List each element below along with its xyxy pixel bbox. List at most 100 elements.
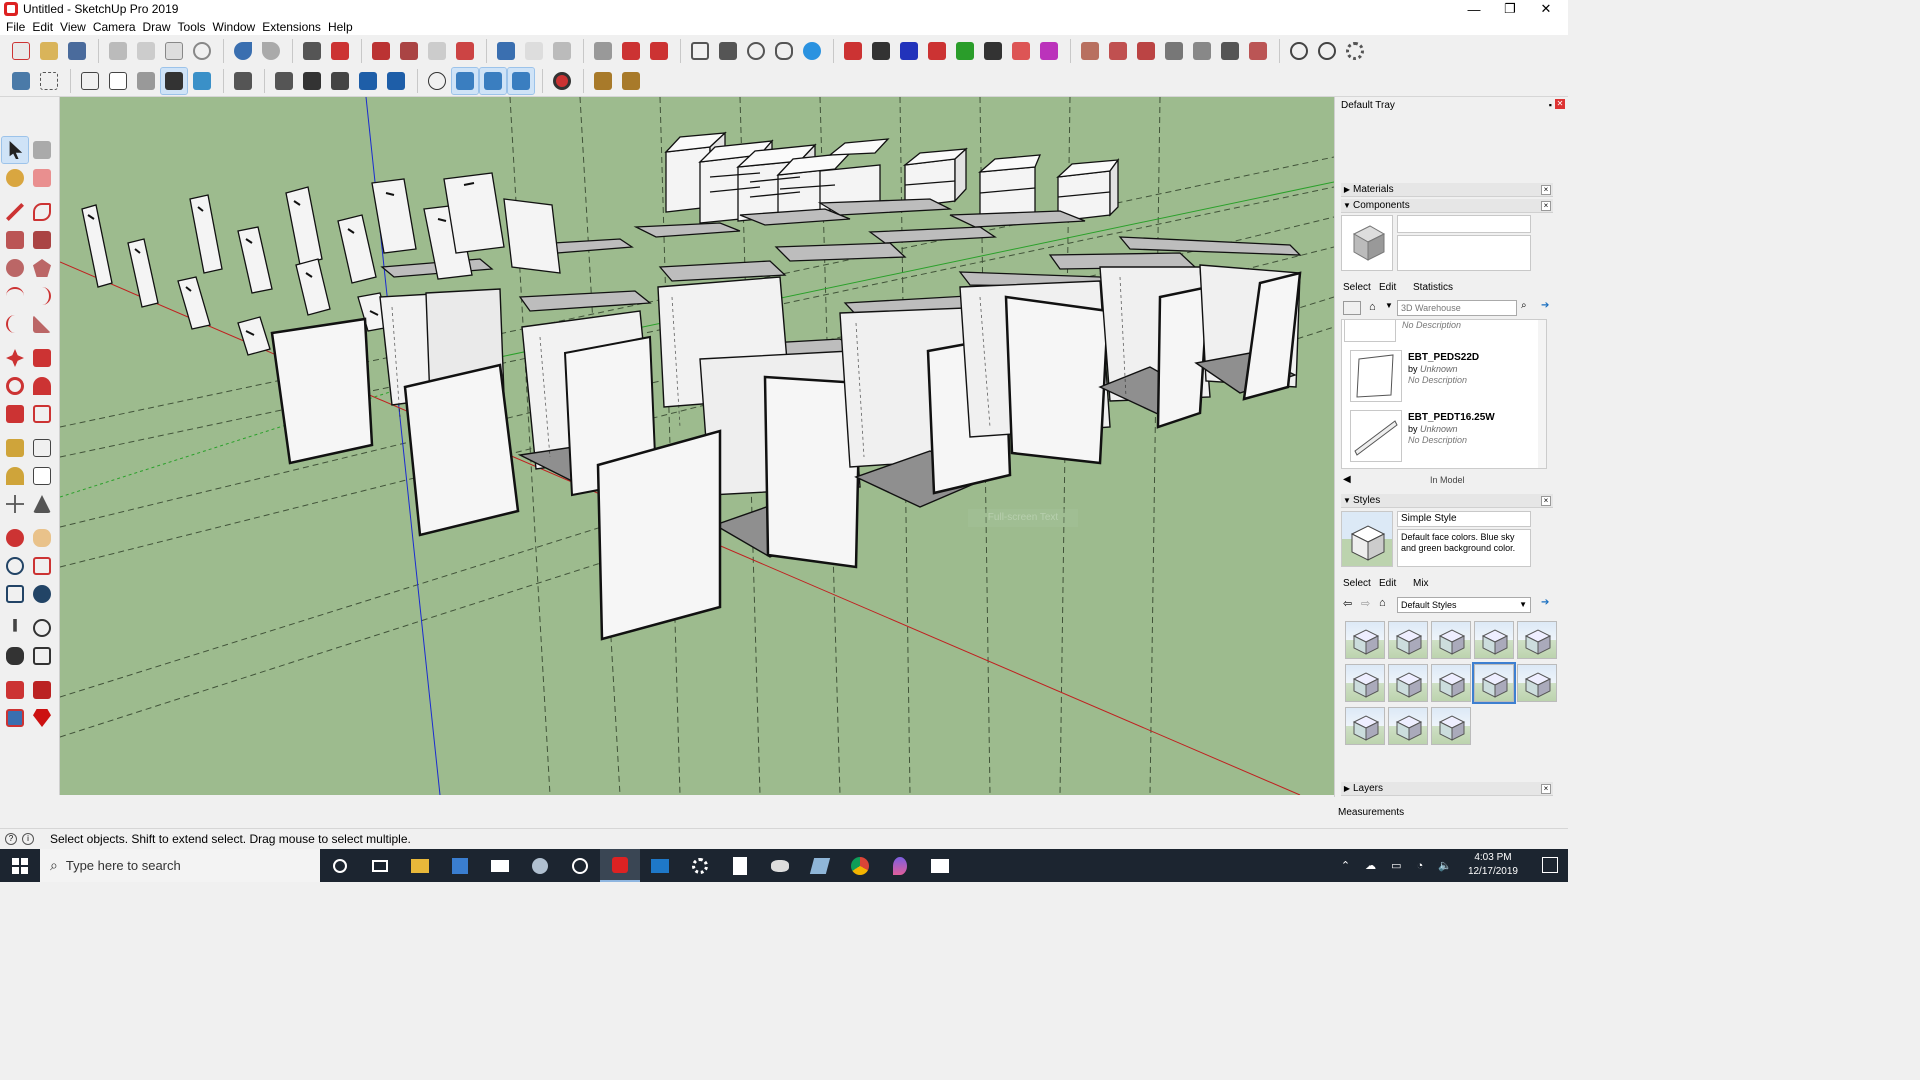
copy-button[interactable] xyxy=(133,38,159,64)
search-button[interactable] xyxy=(1286,38,1312,64)
monochrome-button[interactable] xyxy=(189,68,215,94)
undo-button[interactable] xyxy=(230,38,256,64)
cortana-button[interactable] xyxy=(320,849,360,882)
axes-tool[interactable] xyxy=(2,491,28,517)
views-right-button[interactable] xyxy=(924,38,950,64)
paint-bucket-tool[interactable] xyxy=(2,165,28,191)
mail-button[interactable] xyxy=(480,849,520,882)
3d-viewport[interactable]: Full-screen Text xyxy=(60,97,1334,795)
app-button-1[interactable] xyxy=(520,849,560,882)
xray-button[interactable] xyxy=(8,68,34,94)
section-button[interactable] xyxy=(521,38,547,64)
link-button[interactable] xyxy=(771,38,797,64)
pan-tool[interactable] xyxy=(29,525,55,551)
views-north-button[interactable] xyxy=(980,38,1006,64)
search-icon[interactable]: ⌕ xyxy=(1521,300,1535,316)
tape-measure-tool[interactable] xyxy=(2,435,28,461)
section-cut-button[interactable] xyxy=(479,67,507,95)
help-button[interactable] xyxy=(1314,38,1340,64)
make-component-button[interactable] xyxy=(368,38,394,64)
system-clock[interactable]: 4:03 PM 12/17/2019 xyxy=(1468,851,1518,879)
style-thumbnail[interactable] xyxy=(1388,707,1428,745)
zoom-tool[interactable] xyxy=(2,553,28,579)
file-explorer-button[interactable] xyxy=(400,849,440,882)
rotated-rectangle-tool[interactable] xyxy=(29,227,55,253)
tray-close-button[interactable]: ✕ xyxy=(1555,99,1565,109)
style-thumbnail[interactable] xyxy=(1431,707,1471,745)
line-tool[interactable] xyxy=(2,199,28,225)
chevron-down-icon[interactable]: ▼ xyxy=(1385,301,1395,315)
close-panel-icon[interactable]: × xyxy=(1541,201,1551,211)
erase-button[interactable] xyxy=(189,38,215,64)
model-info-button[interactable] xyxy=(327,38,353,64)
store-button[interactable] xyxy=(440,849,480,882)
notifications-icon[interactable] xyxy=(1542,857,1558,873)
freehand-tool[interactable] xyxy=(29,199,55,225)
styles-tab-mix[interactable]: Mix xyxy=(1413,578,1429,589)
menu-view[interactable]: View xyxy=(58,20,91,34)
minimize-button[interactable]: — xyxy=(1456,0,1492,18)
go-arrow-icon[interactable]: ➔ xyxy=(1541,300,1553,316)
text-tool[interactable] xyxy=(29,463,55,489)
cube-view-3-button[interactable] xyxy=(327,68,353,94)
info-icon[interactable]: i xyxy=(22,833,34,845)
offset-tool[interactable] xyxy=(29,401,55,427)
component-name-field[interactable] xyxy=(1397,215,1531,233)
new-model-button[interactable] xyxy=(8,38,34,64)
wireframe-button[interactable] xyxy=(77,68,103,94)
previous-view-tool[interactable] xyxy=(29,581,55,607)
shaded-button[interactable] xyxy=(133,68,159,94)
style-thumbnail[interactable] xyxy=(1431,621,1471,659)
rectangle-tool[interactable] xyxy=(2,227,28,253)
location-button[interactable] xyxy=(549,68,575,94)
look-around-tool[interactable] xyxy=(29,615,55,641)
follow-me-tool[interactable] xyxy=(29,373,55,399)
zoom-window-tool[interactable] xyxy=(29,553,55,579)
close-panel-icon[interactable]: × xyxy=(1541,185,1551,195)
text-tool-button[interactable] xyxy=(618,68,644,94)
forward-arrow-icon[interactable]: ⇨ xyxy=(1361,597,1370,610)
style-thumbnail[interactable] xyxy=(1388,664,1428,702)
layers-panel-header[interactable]: ▶ Layers × xyxy=(1341,782,1553,796)
maximize-button[interactable]: ❐ xyxy=(1492,0,1528,18)
trimble-connect-button[interactable] xyxy=(799,38,825,64)
section-display-button[interactable] xyxy=(451,67,479,95)
components-tab-select[interactable]: Select xyxy=(1343,282,1371,293)
list-item[interactable]: EBT_PEDT16.25W by Unknown No Description xyxy=(1350,410,1546,468)
section-plane-tool[interactable] xyxy=(29,643,55,669)
grid-button[interactable] xyxy=(1105,38,1131,64)
cloud-button[interactable] xyxy=(743,38,769,64)
calculator-button[interactable] xyxy=(720,849,760,882)
style-collection-select[interactable]: Default Styles ▼ xyxy=(1397,597,1531,613)
styles-tab-select[interactable]: Select xyxy=(1343,578,1371,589)
two-point-arc-tool[interactable] xyxy=(29,283,55,309)
chrome-button[interactable] xyxy=(840,849,880,882)
menu-draw[interactable]: Draw xyxy=(141,20,176,34)
back-arrow-icon[interactable]: ⇦ xyxy=(1343,597,1352,610)
app-button-6[interactable] xyxy=(880,849,920,882)
paste-button[interactable] xyxy=(161,38,187,64)
sketchup-taskbar-button[interactable] xyxy=(600,849,640,882)
taskbar-search-input[interactable]: ⌕ Type here to search xyxy=(40,849,320,882)
app-button-2[interactable] xyxy=(560,849,600,882)
close-panel-icon[interactable]: × xyxy=(1541,496,1551,506)
position-camera-tool[interactable] xyxy=(2,615,28,641)
views-back-button[interactable] xyxy=(952,38,978,64)
eraser-tool-button[interactable] xyxy=(424,38,450,64)
app-button-5[interactable] xyxy=(800,849,840,882)
layout-tool[interactable] xyxy=(2,705,28,731)
geo-location-icon[interactable]: ? xyxy=(5,833,17,845)
close-button[interactable]: ✕ xyxy=(1528,0,1564,18)
menu-window[interactable]: Window xyxy=(211,20,261,34)
pin-icon[interactable]: ▪ xyxy=(1549,100,1552,110)
walk-tool[interactable] xyxy=(2,643,28,669)
component-thumb-partial[interactable] xyxy=(1344,320,1396,342)
materials-button[interactable] xyxy=(1077,38,1103,64)
cube-view-5-button[interactable] xyxy=(383,68,409,94)
photo-button[interactable] xyxy=(1217,38,1243,64)
scale-tool[interactable] xyxy=(2,401,28,427)
arc-tool[interactable] xyxy=(2,283,28,309)
menu-extensions[interactable]: Extensions xyxy=(260,20,326,34)
push-pull-tool[interactable] xyxy=(29,345,55,371)
styles-panel-header[interactable]: ▼ Styles × xyxy=(1341,494,1553,508)
